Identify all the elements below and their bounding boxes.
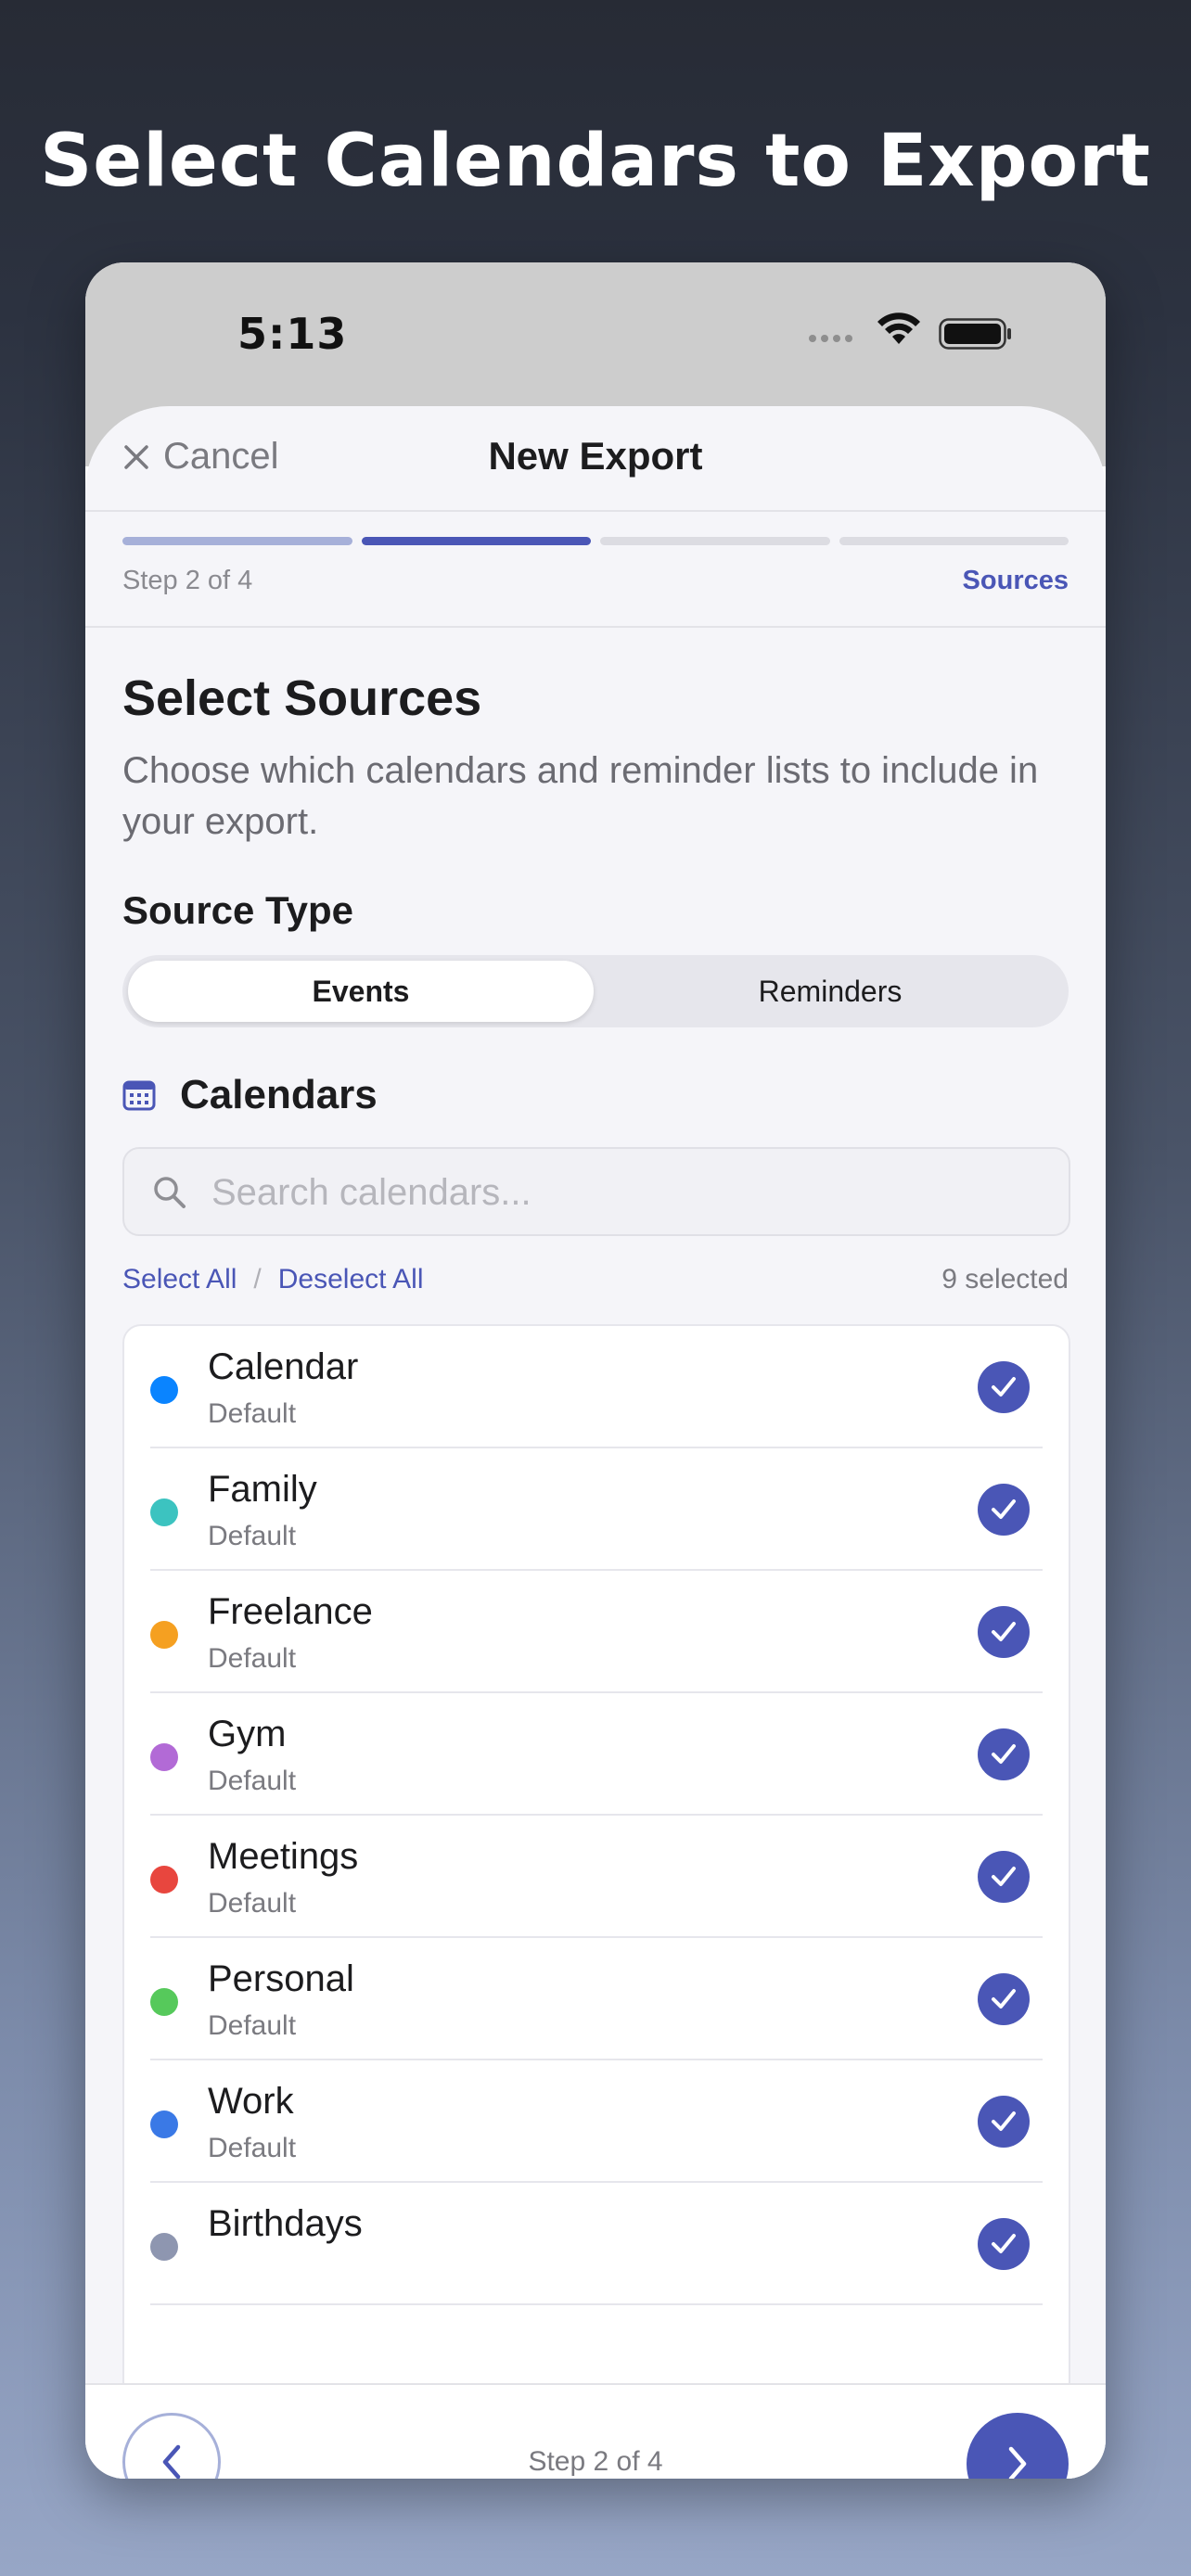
search-icon [154, 1177, 186, 1208]
checkbox-checked[interactable] [978, 1606, 1030, 1658]
nav-title: New Export [488, 434, 703, 478]
bottom-toolbar: Step 2 of 4 [85, 2383, 1106, 2479]
segment-events[interactable]: Events [128, 961, 594, 1022]
step-label: Step 2 of 4 [122, 566, 253, 595]
calendar-color-dot [150, 1621, 178, 1649]
calendar-row[interactable]: Freelance Default [124, 1571, 1069, 1693]
calendar-name: Meetings [208, 1836, 359, 1877]
wifi-icon [877, 312, 920, 344]
calendar-icon [122, 1080, 156, 1111]
checkmark-icon [992, 1989, 1016, 2009]
status-time: 5:13 [237, 309, 348, 359]
calendar-row[interactable]: Calendar Default [124, 1326, 1069, 1448]
calendar-name: Gym [208, 1714, 287, 1754]
next-button[interactable] [967, 2413, 1069, 2479]
calendar-name: Family [208, 1469, 317, 1510]
checkbox-checked[interactable] [978, 1973, 1030, 2025]
divider [85, 626, 1106, 628]
calendar-name: Work [208, 2081, 294, 2122]
source-type-control: Events Reminders [122, 955, 1069, 1027]
calendar-color-dot [150, 1743, 178, 1771]
battery-icon [939, 318, 1011, 350]
checkbox-checked[interactable] [978, 1361, 1030, 1413]
calendar-row[interactable]: Meetings Default [124, 1816, 1069, 1938]
checkbox-checked[interactable] [978, 2218, 1030, 2270]
calendar-color-dot [150, 1498, 178, 1526]
calendar-source: Default [208, 1766, 297, 1796]
progress-segment-3 [600, 537, 830, 545]
checkmark-icon [992, 1867, 1016, 1886]
checkbox-checked[interactable] [978, 2096, 1030, 2148]
source-type-label: Source Type [122, 888, 353, 932]
search-field [122, 1147, 1070, 1236]
calendar-name: Personal [208, 1958, 354, 1999]
calendar-color-dot [150, 1988, 178, 2016]
calendar-source: Default [208, 2010, 297, 2041]
bottom-step-label: Step 2 of 4 [528, 2446, 663, 2477]
selection-controls: Select All / Deselect All 9 selected [122, 1264, 1069, 1295]
calendar-source: Default [208, 1888, 297, 1919]
calendar-name: Freelance [208, 1591, 373, 1632]
progress-segment-4 [839, 537, 1069, 545]
calendar-list: Calendar Default Family Default Freelanc… [122, 1324, 1070, 2441]
selection-separator: / [253, 1264, 262, 1294]
step-name: Sources [962, 566, 1069, 595]
select-all-link[interactable]: Select All [122, 1264, 237, 1294]
calendar-color-dot [150, 2111, 178, 2138]
section-title: Select Sources [122, 670, 482, 726]
progress-segment-1 [122, 537, 352, 545]
chevron-right-icon [1008, 2446, 1027, 2479]
calendar-row[interactable]: Personal Default [124, 1938, 1069, 2060]
calendar-row[interactable]: Work Default [124, 2060, 1069, 2183]
checkmark-icon [992, 1622, 1016, 1641]
checkmark-icon [992, 1744, 1016, 1764]
selected-count: 9 selected [941, 1264, 1069, 1294]
calendar-color-dot [150, 2233, 178, 2261]
search-input[interactable] [210, 1162, 1048, 1223]
calendar-source: Default [208, 1521, 297, 1551]
checkbox-checked[interactable] [978, 1851, 1030, 1903]
calendar-row[interactable]: Family Default [124, 1448, 1069, 1571]
calendar-row[interactable]: Gym Default [124, 1693, 1069, 1816]
calendar-row[interactable]: Birthdays [124, 2183, 1069, 2305]
calendar-source: Default [208, 1643, 297, 1674]
row-divider [150, 2303, 1043, 2305]
export-sheet: Cancel New Export Step 2 of 4 Sources Se… [85, 406, 1106, 2479]
checkmark-icon [992, 2234, 1016, 2253]
calendar-name: Birthdays [208, 2203, 363, 2244]
signal-icon [809, 335, 852, 342]
calendar-color-dot [150, 1376, 178, 1404]
checkbox-checked[interactable] [978, 1484, 1030, 1536]
calendar-color-dot [150, 1866, 178, 1894]
checkmark-icon [992, 2111, 1016, 2131]
calendar-source: Default [208, 2133, 297, 2163]
segment-reminders[interactable]: Reminders [597, 961, 1063, 1022]
checkmark-icon [992, 1377, 1016, 1396]
checkmark-icon [992, 1499, 1016, 1519]
deselect-all-link[interactable]: Deselect All [278, 1264, 424, 1294]
page-headline: Select Calendars to Export [40, 120, 1151, 203]
progress-segment-2 [361, 537, 591, 545]
calendars-header: Calendars [122, 1072, 378, 1118]
navigation-bar: Cancel New Export [85, 406, 1106, 512]
calendars-title: Calendars [180, 1072, 378, 1117]
checkbox-checked[interactable] [978, 1728, 1030, 1780]
calendar-source: Default [208, 1398, 297, 1429]
phone-frame: 5:13 Cancel New Export Step 2 of 4 Sourc… [85, 262, 1106, 2479]
calendar-name: Calendar [208, 1346, 359, 1387]
step-progress [122, 537, 1069, 545]
section-description: Choose which calendars and reminder list… [122, 750, 1039, 842]
